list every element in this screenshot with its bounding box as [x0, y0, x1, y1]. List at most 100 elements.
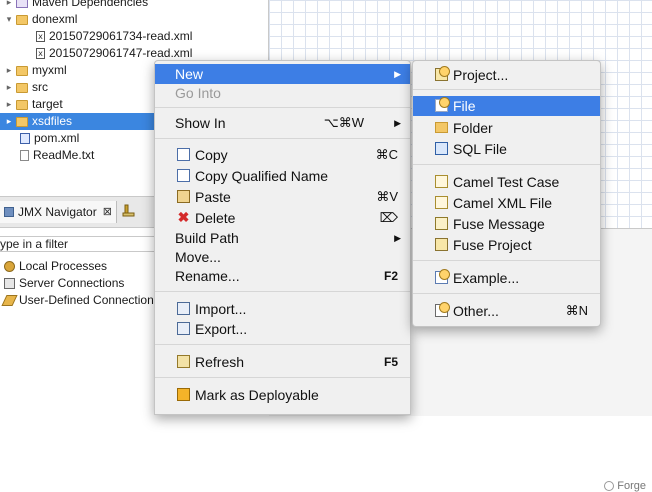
menu-item-label: Fuse Message	[453, 216, 545, 232]
expand-icon[interactable]: ▸	[4, 113, 14, 130]
jmx-item-label: Local Processes	[19, 259, 108, 273]
tree-item-label: pom.xml	[34, 131, 80, 145]
jmx-item-user-defined-connections[interactable]: User-Defined Connection	[1, 292, 154, 309]
expand-icon[interactable]: ▸	[4, 96, 14, 113]
tree-item-label: target	[32, 97, 63, 111]
menu-item-label: Export...	[195, 321, 248, 337]
export-icon	[177, 322, 190, 335]
menu-item-label: Mark as Deployable	[195, 387, 319, 403]
expand-icon[interactable]: ▸	[4, 79, 14, 96]
menu-item-label: Project...	[453, 67, 509, 83]
submenu-item-other[interactable]: Other... ⌘N	[413, 301, 600, 321]
menu-shortcut: ⌘C	[375, 147, 398, 162]
jmx-icon	[4, 207, 14, 217]
folder-icon	[16, 65, 28, 76]
tree-item-xml-file[interactable]: x 20150729061734-read.xml	[34, 28, 192, 45]
paste-icon	[177, 190, 190, 203]
submenu-item-folder[interactable]: Folder	[413, 118, 600, 138]
tree-item-donexml[interactable]: ▾ donexml	[4, 11, 78, 28]
submenu-item-file[interactable]: File	[413, 96, 600, 116]
submenu-arrow-icon: ▶	[394, 118, 401, 128]
tree-item-maven-dependencies[interactable]: ▸ Maven Dependencies	[4, 0, 148, 11]
xml-file-icon: x	[36, 31, 45, 42]
folder-icon	[16, 14, 28, 25]
menu-item-paste[interactable]: Paste ⌘V	[155, 187, 410, 207]
menu-shortcut: F2	[383, 269, 398, 283]
submenu-item-sql-file[interactable]: SQL File	[413, 139, 600, 159]
fuse-project-icon	[435, 238, 448, 251]
menu-item-go-into[interactable]: Go Into	[155, 83, 410, 103]
tree-item-target[interactable]: ▸ target	[4, 96, 63, 113]
submenu-arrow-icon: ▶	[394, 233, 401, 243]
new-submenu: Project... File Folder SQL File Camel Te…	[412, 60, 601, 327]
menu-item-label: Fuse Project	[453, 237, 532, 253]
menu-item-label: Refresh	[195, 354, 245, 370]
menu-item-delete[interactable]: ✖ Delete ⌦	[155, 208, 410, 228]
tree-item-readme[interactable]: ReadMe.txt	[18, 147, 94, 164]
menu-item-label: Go Into	[175, 85, 221, 101]
menu-separator	[155, 291, 410, 292]
close-icon[interactable]: ⊠	[103, 201, 112, 223]
tree-item-pom[interactable]: pom.xml	[18, 130, 79, 147]
tree-item-src[interactable]: ▸ src	[4, 79, 48, 96]
menu-item-show-in[interactable]: Show In ⌥⌘W ▶	[155, 113, 410, 133]
xml-file-icon: x	[36, 48, 45, 59]
menu-item-import[interactable]: Import...	[155, 299, 410, 319]
tree-item-label: Maven Dependencies	[32, 0, 149, 9]
menu-separator	[155, 107, 410, 108]
menu-shortcut: ⌥⌘W	[323, 115, 364, 130]
submenu-item-camel-xml-file[interactable]: Camel XML File	[413, 193, 600, 213]
tree-item-label: ReadMe.txt	[33, 148, 95, 162]
menu-item-label: Copy Qualified Name	[195, 168, 329, 184]
other-icon	[435, 302, 450, 317]
menu-shortcut: ⌦	[379, 210, 398, 225]
submenu-item-fuse-message[interactable]: Fuse Message	[413, 214, 600, 234]
menu-item-export[interactable]: Export...	[155, 319, 410, 339]
menu-item-label: Camel Test Case	[453, 174, 560, 190]
menu-item-label: File	[453, 98, 476, 114]
copy-icon	[177, 148, 190, 161]
menu-item-rename[interactable]: Rename... F2	[155, 266, 410, 286]
forge-button[interactable]: Forge	[604, 480, 646, 492]
library-icon	[16, 0, 28, 8]
menu-item-new[interactable]: New ▶	[155, 64, 410, 84]
menu-shortcut: F5	[383, 355, 398, 369]
menu-item-label: Import...	[195, 301, 247, 317]
menu-item-label: Folder	[453, 120, 493, 136]
menu-shortcut: ⌘N	[565, 303, 588, 318]
copy-icon	[177, 169, 190, 182]
tree-item-label: src	[32, 80, 48, 94]
example-icon	[435, 269, 450, 284]
forge-icon	[604, 481, 615, 491]
jmx-item-local-processes[interactable]: Local Processes	[4, 258, 107, 275]
submenu-item-example[interactable]: Example...	[413, 268, 600, 288]
collapse-icon[interactable]: ▾	[4, 11, 14, 28]
jmx-item-server-connections[interactable]: Server Connections	[4, 275, 124, 292]
menu-item-label: Example...	[453, 270, 520, 286]
pom-file-icon	[20, 133, 30, 144]
submenu-item-fuse-project[interactable]: Fuse Project	[413, 235, 600, 255]
menu-item-mark-as-deployable[interactable]: Mark as Deployable	[155, 385, 410, 405]
tab-jmx-navigator[interactable]: JMX Navigator ⊠	[0, 201, 117, 223]
menu-item-label: Move...	[175, 249, 221, 265]
menu-item-build-path[interactable]: Build Path ▶	[155, 228, 410, 248]
menu-item-refresh[interactable]: Refresh F5	[155, 352, 410, 372]
tab-label: JMX Navigator	[18, 205, 97, 219]
tree-item-label: myxml	[32, 63, 67, 77]
tree-item-label: 20150729061734-read.xml	[49, 29, 193, 43]
submenu-item-project[interactable]: Project...	[413, 65, 600, 85]
submenu-item-camel-test-case[interactable]: Camel Test Case	[413, 172, 600, 192]
file-icon	[435, 97, 450, 112]
expand-icon[interactable]: ▸	[4, 62, 14, 79]
menu-item-label: Camel XML File	[453, 195, 553, 211]
project-icon	[435, 66, 450, 81]
expand-icon[interactable]: ▸	[4, 0, 14, 11]
connect-icon[interactable]	[122, 204, 136, 218]
menu-item-move[interactable]: Move...	[155, 247, 410, 267]
import-icon	[177, 302, 190, 315]
tree-item-myxml[interactable]: ▸ myxml	[4, 62, 67, 79]
menu-item-copy[interactable]: Copy ⌘C	[155, 145, 410, 165]
menu-item-copy-qualified-name[interactable]: Copy Qualified Name	[155, 166, 410, 186]
menu-separator	[413, 89, 600, 90]
menu-item-label: Other...	[453, 303, 499, 319]
